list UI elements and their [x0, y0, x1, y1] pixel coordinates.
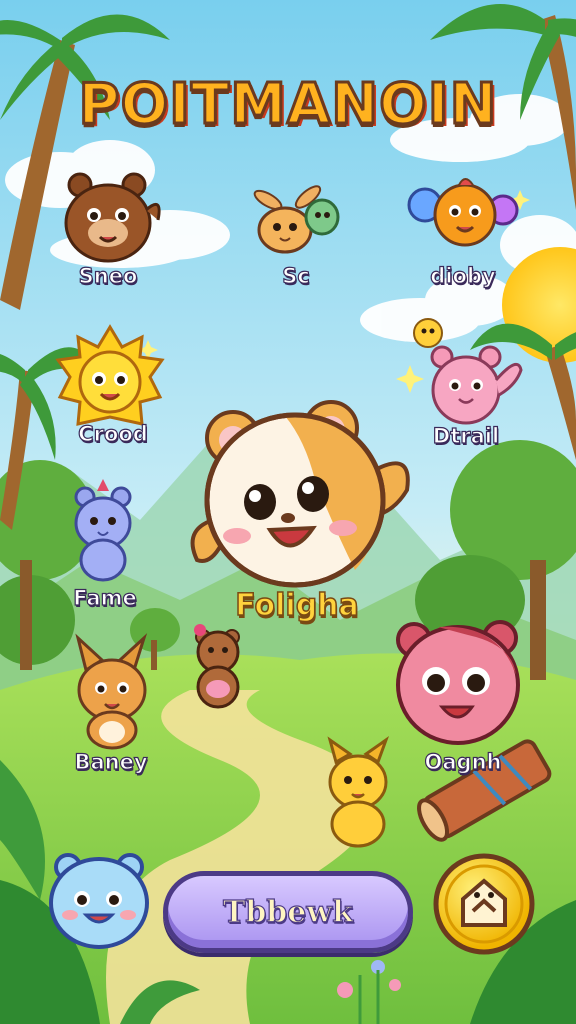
label-crood: Crood	[78, 421, 149, 446]
play-button[interactable]: Tbbewk	[163, 871, 413, 953]
label-featured: Foligha	[234, 587, 359, 624]
label-dioby: dioby	[430, 263, 497, 288]
label-sneo: Sneo	[78, 263, 138, 288]
game-title: POITMANOIN	[77, 71, 498, 139]
play-button-label: Tbbewk	[222, 894, 353, 930]
item-button[interactable]	[431, 851, 537, 957]
label-sc: Sc	[282, 263, 311, 288]
label-oagnh: Oagnh	[424, 749, 502, 774]
gold-coin-icon	[433, 853, 535, 955]
label-fame: Fame	[73, 585, 138, 610]
label-dtrail: Dtrail	[432, 423, 500, 448]
blue-bear-avatar-icon	[49, 853, 149, 949]
avatar-button[interactable]	[46, 847, 152, 953]
character-yellow-chick[interactable]	[327, 736, 390, 848]
character-red-bear[interactable]	[396, 620, 520, 745]
label-baney: Baney	[74, 749, 148, 774]
